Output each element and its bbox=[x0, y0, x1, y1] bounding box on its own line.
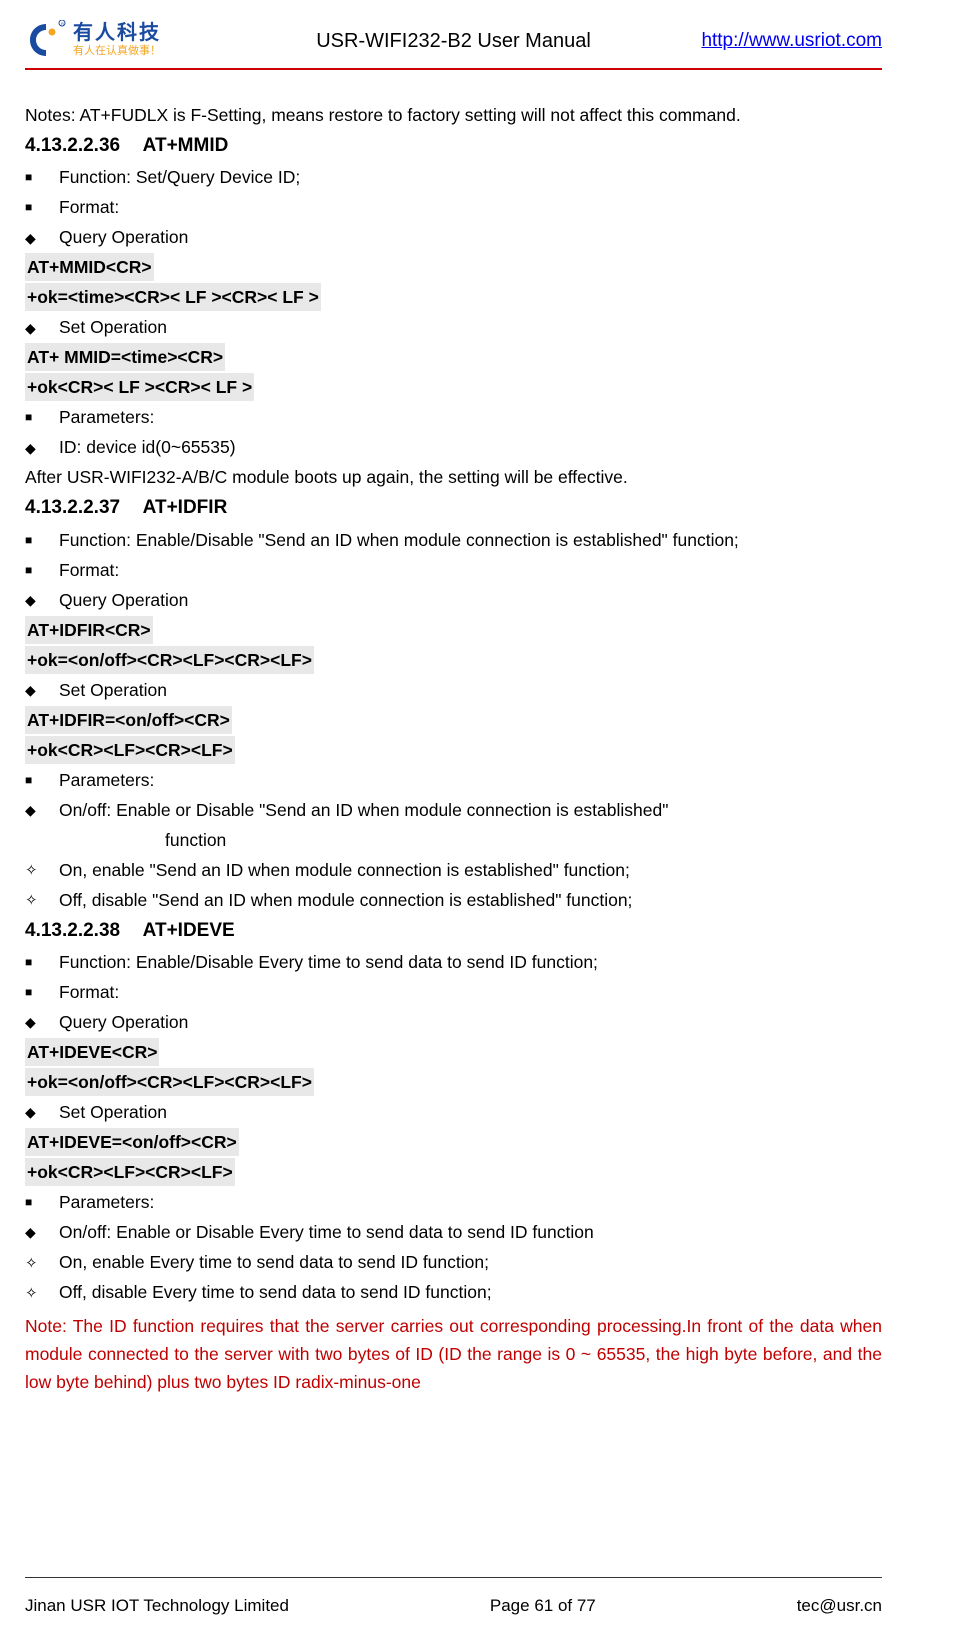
params-38: Parameters: bbox=[25, 1187, 882, 1217]
param37-2: On, enable "Send an ID when module conne… bbox=[25, 855, 882, 885]
cmd36-4: +ok<CR>< LF ><CR>< LF > bbox=[25, 372, 882, 402]
sec-title: AT+MMID bbox=[143, 135, 229, 156]
format-36: Format: bbox=[25, 192, 882, 222]
sec-title: AT+IDEVE bbox=[143, 920, 235, 941]
cmd37-1: AT+IDFIR<CR> bbox=[25, 615, 882, 645]
format-38: Format: bbox=[25, 977, 882, 1007]
sec-num: 4.13.2.2.38 bbox=[25, 916, 120, 946]
set-37: Set Operation bbox=[25, 675, 882, 705]
param37-1: On/off: Enable or Disable "Send an ID wh… bbox=[25, 795, 882, 825]
query-38: Query Operation bbox=[25, 1007, 882, 1037]
logo-tagline: 有人在认真做事！ bbox=[73, 45, 161, 58]
param38-3: Off, disable Every time to send data to … bbox=[25, 1277, 882, 1307]
svg-text:R: R bbox=[61, 21, 64, 26]
footer-company: Jinan USR IOT Technology Limited bbox=[25, 1592, 289, 1619]
heading-38: 4.13.2.2.38 AT+IDEVE bbox=[25, 915, 882, 947]
query-37: Query Operation bbox=[25, 585, 882, 615]
after-36: After USR-WIFI232-A/B/C module boots up … bbox=[25, 462, 882, 492]
sec-num: 4.13.2.2.36 bbox=[25, 131, 120, 161]
query-36: Query Operation bbox=[25, 222, 882, 252]
heading-36: 4.13.2.2.36 AT+MMID bbox=[25, 130, 882, 162]
cmd37-2: +ok=<on/off><CR><LF><CR><LF> bbox=[25, 645, 882, 675]
cmd38-1: AT+IDEVE<CR> bbox=[25, 1037, 882, 1067]
set-36: Set Operation bbox=[25, 312, 882, 342]
page-header: R 有人科技 有人在认真做事！ USR-WIFI232-B2 User Manu… bbox=[25, 20, 882, 70]
format-37: Format: bbox=[25, 555, 882, 585]
cmd38-4: +ok<CR><LF><CR><LF> bbox=[25, 1157, 882, 1187]
cmd37-3: AT+IDFIR=<on/off><CR> bbox=[25, 705, 882, 735]
intro-note: Notes: AT+FUDLX is F-Setting, means rest… bbox=[25, 100, 882, 130]
header-link-area: http://www.usriot.com bbox=[682, 26, 882, 56]
param37-3: Off, disable "Send an ID when module con… bbox=[25, 885, 882, 915]
param38-1: On/off: Enable or Disable Every time to … bbox=[25, 1217, 882, 1247]
set-38: Set Operation bbox=[25, 1097, 882, 1127]
func-36: Function: Set/Query Device ID; bbox=[25, 162, 882, 192]
footer-email: tec@usr.cn bbox=[797, 1592, 882, 1619]
page-footer: Jinan USR IOT Technology Limited Page 61… bbox=[25, 1577, 882, 1619]
red-note: Note: The ID function requires that the … bbox=[25, 1311, 882, 1397]
func-38: Function: Enable/Disable Every time to s… bbox=[25, 947, 882, 977]
heading-37: 4.13.2.2.37 AT+IDFIR bbox=[25, 492, 882, 524]
sec-num: 4.13.2.2.37 bbox=[25, 493, 120, 523]
cmd36-2: +ok=<time><CR>< LF ><CR>< LF > bbox=[25, 282, 882, 312]
website-link[interactable]: http://www.usriot.com bbox=[701, 30, 882, 51]
footer-page: Page 61 of 77 bbox=[490, 1592, 596, 1619]
param38-2: On, enable Every time to send data to se… bbox=[25, 1247, 882, 1277]
doc-title: USR-WIFI232-B2 User Manual bbox=[225, 25, 682, 57]
func-37: Function: Enable/Disable "Send an ID whe… bbox=[25, 525, 882, 555]
logo: R 有人科技 有人在认真做事！ bbox=[25, 20, 225, 62]
cmd36-1: AT+MMID<CR> bbox=[25, 252, 882, 282]
logo-cn-text: 有人科技 bbox=[73, 23, 161, 43]
cmd38-3: AT+IDEVE=<on/off><CR> bbox=[25, 1127, 882, 1157]
cmd36-3: AT+ MMID=<time><CR> bbox=[25, 342, 882, 372]
sec-title: AT+IDFIR bbox=[143, 497, 228, 518]
params-36: Parameters: bbox=[25, 402, 882, 432]
usr-logo-icon: R bbox=[25, 20, 67, 62]
param36-1: ID: device id(0~65535) bbox=[25, 432, 882, 462]
cmd38-2: +ok=<on/off><CR><LF><CR><LF> bbox=[25, 1067, 882, 1097]
params-37: Parameters: bbox=[25, 765, 882, 795]
logo-text: 有人科技 有人在认真做事！ bbox=[73, 23, 161, 58]
param37-1b: function bbox=[25, 825, 882, 855]
cmd37-4: +ok<CR><LF><CR><LF> bbox=[25, 735, 882, 765]
